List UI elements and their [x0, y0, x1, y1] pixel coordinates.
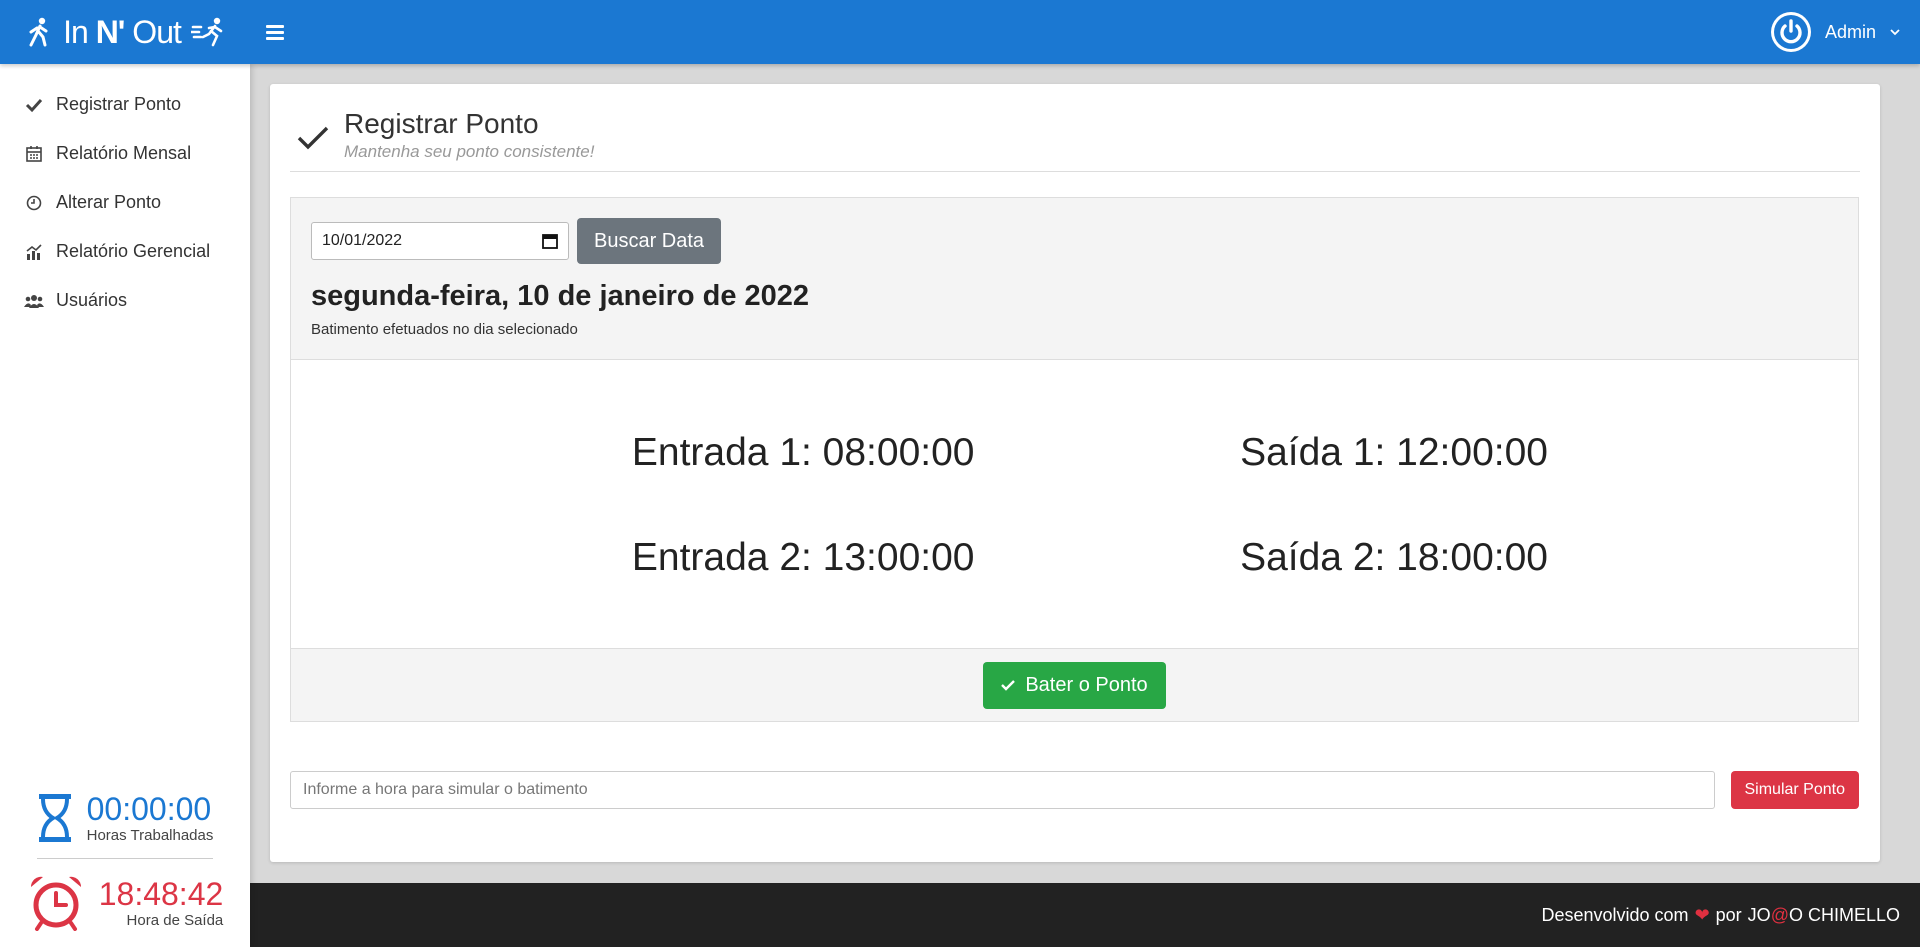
stats-divider — [37, 858, 213, 859]
logo-out: Out — [132, 13, 182, 50]
check-icon — [24, 96, 44, 114]
page-header: Registrar Ponto Mantenha seu ponto consi… — [296, 106, 594, 162]
worked-hours-stat: 00:00:00 Horas Trabalhadas — [0, 781, 250, 854]
sidebar-item-usuarios[interactable]: Usuários — [0, 276, 250, 325]
footer-author: JO@O CHIMELLO — [1747, 904, 1900, 925]
check-icon — [1001, 680, 1016, 691]
avatar — [1770, 12, 1811, 52]
chevron-down-icon — [1890, 29, 1900, 36]
check-icon — [297, 126, 329, 150]
day-subtitle: Batimento efetuados no dia selecionado — [311, 321, 578, 338]
worked-hours-label: Horas Trabalhadas — [86, 827, 214, 844]
sidebar-item-relatorio-gerencial[interactable]: Relatório Gerencial — [0, 227, 250, 276]
menu-toggle-icon[interactable] — [266, 22, 284, 42]
punch-grid: Entrada 1: 08:00:00 Saída 1: 12:00:00 En… — [291, 360, 1858, 650]
simulate-button[interactable]: Simular Ponto — [1730, 771, 1859, 809]
footer-prefix: Desenvolvido com — [1541, 904, 1689, 925]
exit-1: Saída 1: 12:00:00 — [1240, 430, 1548, 474]
user-menu[interactable]: Admin — [1770, 0, 1900, 64]
header-divider — [290, 171, 1860, 172]
calendar-icon — [24, 145, 44, 163]
search-date-button[interactable]: Buscar Data — [577, 218, 722, 264]
day-title: segunda-feira, 10 de janeiro de 2022 — [311, 280, 810, 312]
sidebar-item-registrar-ponto[interactable]: Registrar Ponto — [0, 80, 250, 129]
sidebar-item-alterar-ponto[interactable]: Alterar Ponto — [0, 178, 250, 227]
entry-2: Entrada 2: 13:00:00 — [631, 535, 975, 579]
simulate-time-input[interactable]: Informe a hora para simular o batimento — [290, 771, 1715, 809]
sidebar-item-label: Relatório Mensal — [56, 143, 192, 163]
punch-footer: Bater o Ponto — [291, 648, 1858, 721]
walking-person-icon — [29, 17, 48, 47]
exit-time-label: Hora de Saída — [126, 911, 224, 929]
heart-icon: ❤ — [1694, 904, 1710, 925]
footer-by: por — [1715, 904, 1742, 925]
users-icon — [24, 292, 44, 310]
clock-icon — [24, 194, 44, 212]
date-input[interactable]: 10/01/2022 — [311, 222, 569, 260]
sidebar-item-label: Relatório Gerencial — [56, 241, 211, 261]
calendar-icon[interactable] — [542, 233, 558, 249]
hourglass-icon — [38, 793, 71, 842]
power-icon — [1773, 15, 1808, 49]
punch-panel: 10/01/2022 Buscar Data segunda-feira, 10… — [290, 197, 1859, 722]
date-value: 10/01/2022 — [322, 232, 403, 249]
simulate-row: Informe a hora para simular o batimento … — [290, 771, 1859, 809]
date-section: 10/01/2022 Buscar Data segunda-feira, 10… — [291, 198, 1858, 360]
exit-time-value: 18:48:42 — [98, 875, 224, 912]
punch-button[interactable]: Bater o Ponto — [983, 661, 1166, 709]
worked-hours-value: 00:00:00 — [86, 791, 212, 827]
page-footer: Desenvolvido com ❤ por JO@O CHIMELLO — [250, 883, 1920, 947]
exit-2: Saída 2: 18:00:00 — [1240, 535, 1548, 579]
alarm-clock-icon — [30, 876, 81, 931]
app-logo[interactable]: In N' Out — [0, 0, 250, 64]
running-person-icon — [190, 17, 223, 47]
sidebar-item-relatorio-mensal[interactable]: Relatório Mensal — [0, 129, 250, 178]
top-header: In N' Out Admin — [0, 0, 1920, 64]
chart-icon — [24, 243, 44, 261]
sidebar-item-label: Alterar Ponto — [56, 192, 162, 212]
logo-in: In — [63, 13, 89, 50]
side-stats: 00:00:00 Horas Trabalhadas 18:48:42 Hora… — [0, 781, 250, 947]
sidebar: Registrar Ponto Relatório Mensal Alterar… — [0, 64, 250, 947]
page-subtitle: Mantenha seu ponto consistente! — [344, 142, 595, 161]
sidebar-item-label: Usuários — [56, 290, 128, 310]
main-card: Registrar Ponto Mantenha seu ponto consi… — [270, 84, 1880, 862]
page-title: Registrar Ponto — [344, 108, 539, 139]
entry-1: Entrada 1: 08:00:00 — [631, 430, 975, 474]
punch-button-label: Bater o Ponto — [1025, 673, 1148, 696]
sidebar-item-label: Registrar Ponto — [56, 94, 182, 114]
exit-time-stat: 18:48:42 Hora de Saída — [0, 863, 250, 947]
user-name: Admin — [1824, 21, 1876, 42]
logo-n: N' — [95, 13, 126, 50]
logo-text: In N' Out — [63, 13, 182, 51]
